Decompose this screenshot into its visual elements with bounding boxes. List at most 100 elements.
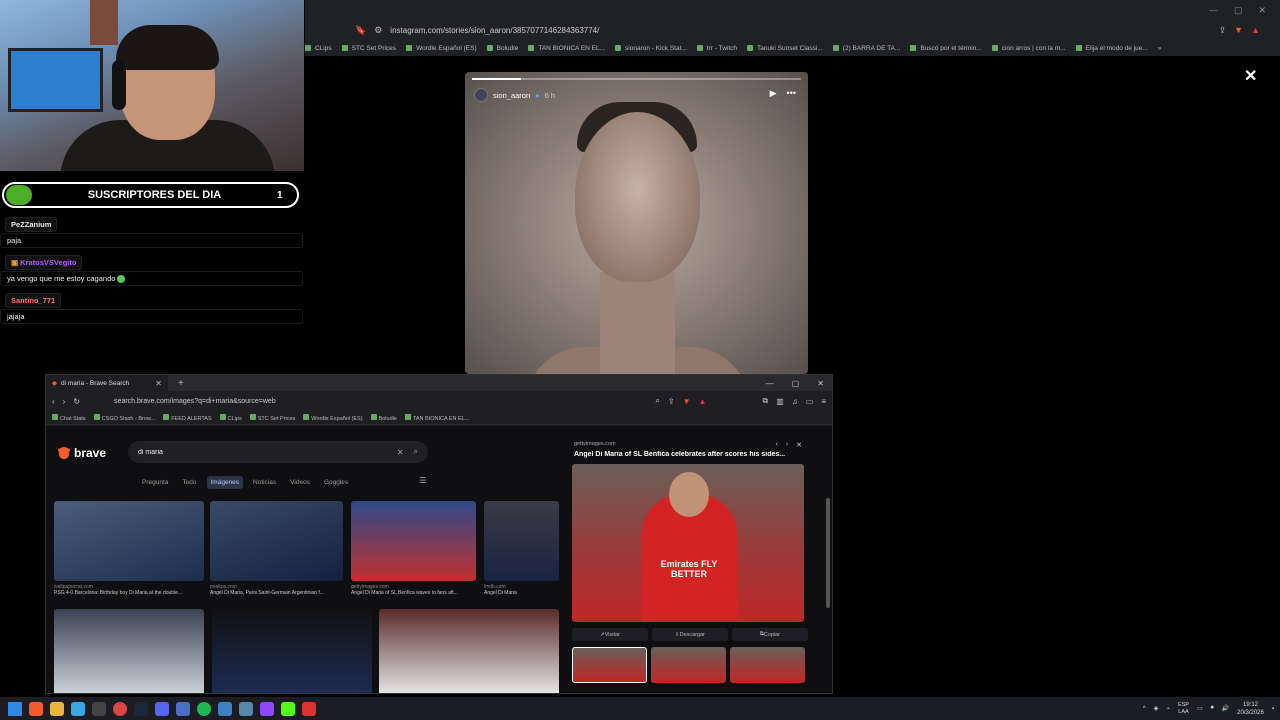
prev-icon[interactable]: ‹: [775, 441, 777, 449]
bookmarks-more-icon[interactable]: »: [1158, 45, 1162, 52]
filter-pregunta[interactable]: Pregunta: [138, 476, 172, 489]
filter-imagenes[interactable]: Imágenes: [206, 476, 244, 489]
bookmark-item[interactable]: FEED ALERTAS: [163, 413, 212, 422]
bookmark-item[interactable]: CLips: [219, 413, 242, 422]
back-icon[interactable]: ‹: [52, 397, 55, 406]
media-icon[interactable]: ♫: [792, 397, 798, 406]
close-icon[interactable]: ✕: [796, 441, 802, 449]
language-indicator[interactable]: ESP LAA: [1178, 702, 1189, 716]
menu-icon[interactable]: ≡: [821, 397, 826, 406]
settings-sliders-icon[interactable]: ☰: [419, 476, 426, 485]
settings-icon[interactable]: [218, 701, 232, 716]
scrollbar[interactable]: [826, 498, 830, 608]
recorder-icon[interactable]: [302, 701, 316, 716]
bookmark-item[interactable]: STC Set Prices: [249, 413, 295, 422]
image-result[interactable]: [379, 609, 559, 693]
forward-icon[interactable]: ›: [63, 397, 66, 406]
download-button[interactable]: ⇩ Descargar: [652, 628, 728, 641]
instagram-story[interactable]: sion_aaron ● 6 h ▶ •••: [465, 72, 808, 374]
bookmark-item[interactable]: cion arros | con la m...: [991, 45, 1066, 52]
clear-icon[interactable]: ✕: [397, 448, 404, 457]
filter-goggles[interactable]: Goggles: [320, 476, 352, 489]
thumbnail[interactable]: [572, 647, 647, 683]
chat-icon[interactable]: [176, 701, 190, 716]
extensions-icon[interactable]: ⧉: [762, 396, 768, 406]
bookmark-item[interactable]: Boludle: [370, 413, 397, 422]
mic-icon[interactable]: ⏺: [1211, 705, 1214, 712]
bookmark-item[interactable]: (2) BARRA DE TA...: [832, 45, 900, 52]
store-icon[interactable]: [92, 701, 106, 716]
thumbnail[interactable]: [730, 647, 805, 683]
bookmark-item[interactable]: Tanuki Sunset Classi...: [747, 45, 823, 52]
image-result[interactable]: imdb.com Angel Di Maria: [484, 501, 559, 601]
close-icon[interactable]: ✕: [817, 379, 824, 388]
detail-title[interactable]: Angel Di Maria of SL Benfica celebrates …: [574, 451, 806, 458]
chrome-icon[interactable]: [113, 701, 127, 716]
windows-start-icon[interactable]: [8, 701, 22, 716]
zoom-icon[interactable]: ⌕: [655, 396, 659, 406]
twitch-icon[interactable]: [260, 701, 274, 716]
bookmark-item[interactable]: STC Set Prices: [341, 45, 396, 52]
network-icon[interactable]: ▭: [1197, 705, 1203, 712]
visit-button[interactable]: ⇗ Visitar: [572, 628, 648, 641]
search-input[interactable]: [138, 448, 387, 456]
bookmark-item[interactable]: sionaron - Kick Stat...: [615, 45, 687, 52]
bookmark-item[interactable]: Chat Stats: [52, 413, 86, 422]
next-icon[interactable]: ›: [786, 441, 788, 449]
tab-active[interactable]: ◆ di maria - Brave Search ✕: [46, 375, 168, 391]
sidebar-icon[interactable]: ▥: [776, 397, 784, 406]
maximize-icon[interactable]: ▢: [1234, 5, 1243, 16]
folder-icon[interactable]: [50, 701, 64, 716]
url-text[interactable]: search.brave.com/images?q=di+maria&sourc…: [114, 398, 647, 405]
image-result[interactable]: wallpapercat.com PSG 4-0 Barcelona: Birt…: [54, 501, 204, 601]
minimize-icon[interactable]: —: [766, 379, 774, 388]
play-icon[interactable]: ▶: [770, 88, 777, 99]
bookmark-item[interactable]: CLips: [305, 45, 332, 52]
steam-icon[interactable]: [134, 701, 148, 716]
share-icon[interactable]: ⇪: [1219, 25, 1227, 36]
image-result[interactable]: gettyimages.com Angel Di Maria of SL Ben…: [351, 501, 476, 601]
copy-button[interactable]: ⧉ Copiar: [732, 628, 808, 641]
bookmark-item[interactable]: trr - Twitch: [696, 45, 737, 52]
tab-title[interactable]: di maria - Brave Search: [61, 380, 151, 387]
url-text[interactable]: instagram.com/stories/sion_aaron/3857077…: [390, 26, 1210, 35]
bookmark-item[interactable]: CSGO Stash - Brow...: [93, 413, 155, 422]
shield-tray-icon[interactable]: ◈: [1154, 705, 1159, 712]
reload-icon[interactable]: ↻: [73, 397, 80, 406]
apps-icon[interactable]: [239, 701, 253, 716]
brave-taskbar-icon[interactable]: [29, 701, 43, 716]
avatar[interactable]: [474, 88, 488, 102]
bookmark-item[interactable]: Buscó por el términ...: [910, 45, 982, 52]
share-icon[interactable]: ⇪: [668, 397, 675, 406]
image-result[interactable]: peakpx.com Angel Di Maria, Paris Saint-G…: [210, 501, 343, 601]
rewards-icon[interactable]: ▲: [699, 397, 707, 406]
chevron-up-icon[interactable]: ^: [1143, 706, 1146, 712]
usb-icon[interactable]: ⌁: [1166, 705, 1170, 712]
discord-icon[interactable]: [155, 701, 169, 716]
volume-icon[interactable]: 🔊: [1222, 705, 1229, 712]
rewards-icon[interactable]: ▲: [1251, 25, 1260, 36]
thumbnail[interactable]: [651, 647, 726, 683]
clock[interactable]: 19:12 20/3/2026: [1237, 701, 1264, 717]
new-tab-icon[interactable]: +: [178, 378, 184, 389]
bookmark-item[interactable]: Boludle: [486, 45, 518, 52]
wallet-icon[interactable]: ▭: [806, 397, 814, 406]
shields-icon[interactable]: ▼: [683, 397, 691, 406]
close-icon[interactable]: ✕: [1258, 5, 1266, 16]
brave-logo[interactable]: brave: [58, 446, 106, 460]
more-options-icon[interactable]: •••: [787, 88, 796, 99]
bookmark-icon[interactable]: 🔖: [355, 25, 366, 36]
maximize-icon[interactable]: ▢: [792, 379, 800, 388]
filter-noticias[interactable]: Noticias: [249, 476, 280, 489]
detail-image[interactable]: Emirates FLY BETTER: [572, 464, 804, 622]
bookmark-item[interactable]: Wordle Español (ES): [303, 413, 363, 422]
search-icon[interactable]: ⌕: [414, 447, 418, 457]
story-close-icon[interactable]: ✕: [1244, 66, 1257, 86]
story-username[interactable]: sion_aaron: [493, 91, 530, 100]
close-tab-icon[interactable]: ✕: [155, 379, 162, 388]
filter-videos[interactable]: Videos: [286, 476, 314, 489]
notifications-icon[interactable]: ▪: [1272, 706, 1274, 712]
minimize-icon[interactable]: —: [1209, 5, 1218, 15]
bookmark-item[interactable]: TAN BIONICA EN EL...: [528, 45, 605, 52]
bookmark-item[interactable]: Wordle Español (ES): [406, 45, 477, 52]
